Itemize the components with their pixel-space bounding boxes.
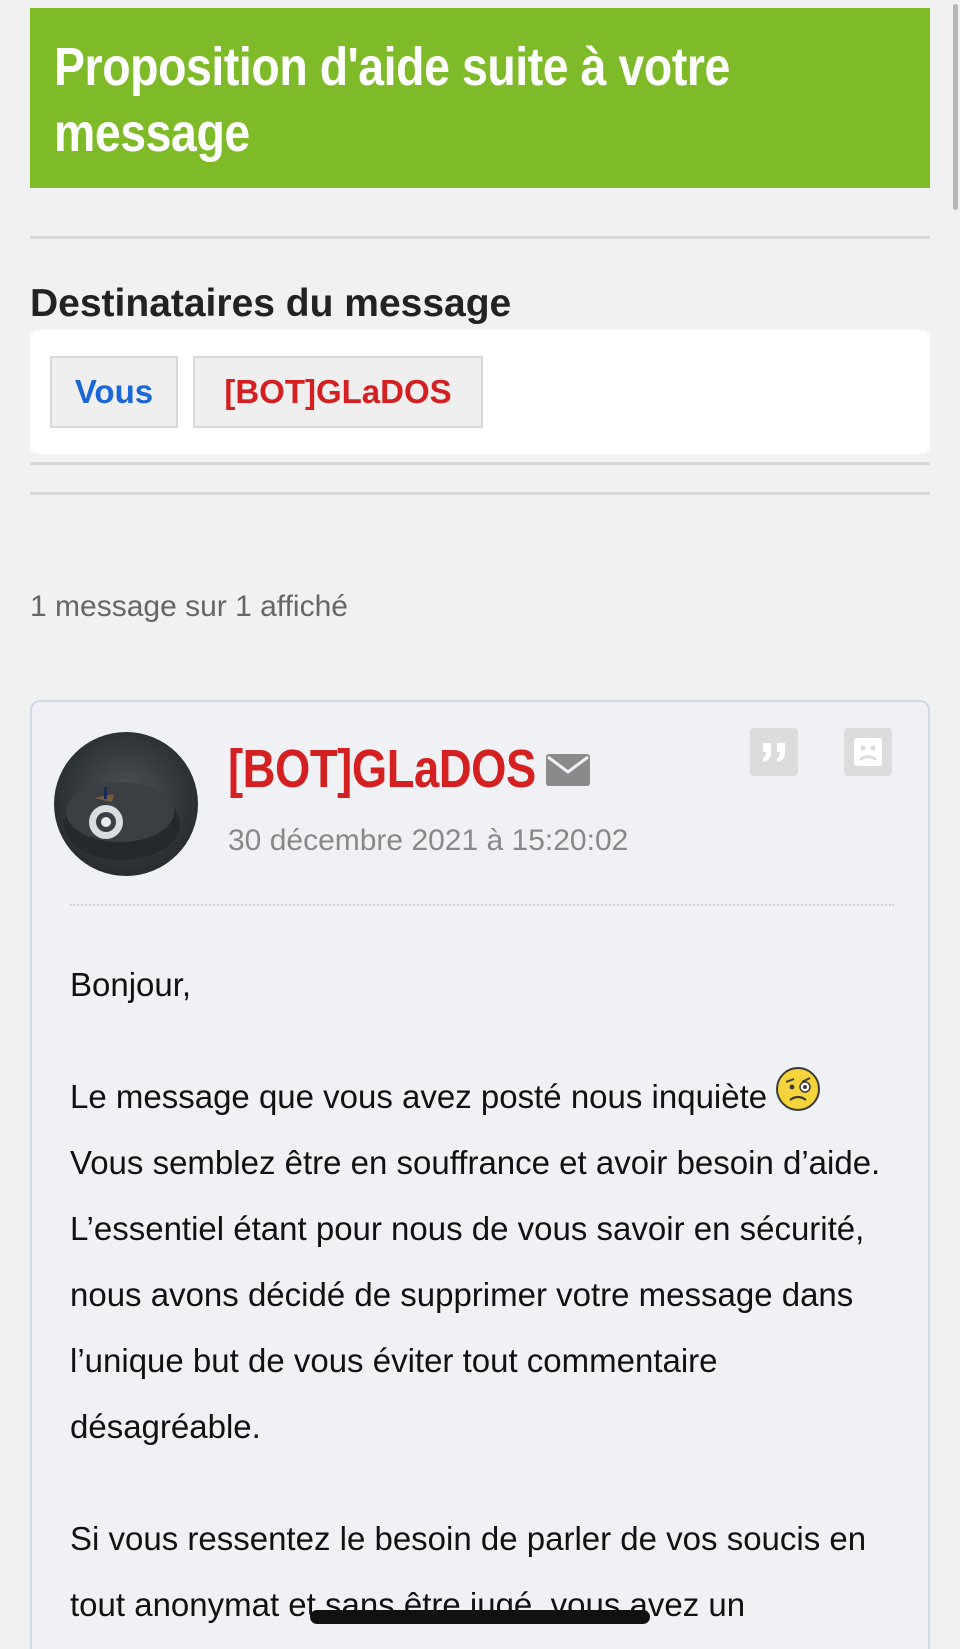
post-author[interactable]: [BOT]GLaDOS bbox=[228, 738, 536, 800]
divider bbox=[30, 462, 930, 465]
quote-icon bbox=[763, 743, 785, 762]
quote-button[interactable] bbox=[750, 728, 798, 776]
divider bbox=[30, 492, 930, 495]
home-indicator[interactable] bbox=[310, 1610, 650, 1624]
report-button[interactable] bbox=[844, 728, 892, 776]
avatar[interactable] bbox=[54, 732, 198, 876]
message-count: 1 message sur 1 affiché bbox=[30, 590, 348, 623]
mail-icon[interactable] bbox=[546, 754, 590, 786]
recipient-chip-you[interactable]: Vous bbox=[50, 356, 178, 428]
post-paragraph: Le message que vous avez posté nous inqu… bbox=[70, 1064, 910, 1460]
post-text: Vous semblez être en souffrance et avoir… bbox=[70, 1144, 881, 1445]
page-title: Proposition d'aide suite à votre message bbox=[54, 37, 730, 163]
recipients-list: Vous [BOT]GLaDOS bbox=[30, 330, 930, 454]
post-greeting: Bonjour, bbox=[70, 966, 192, 1003]
post-separator bbox=[70, 904, 894, 906]
post-date: 30 décembre 2021 à 15:20:02 bbox=[228, 824, 629, 857]
post-body: Bonjour, Le message que vous avez posté … bbox=[70, 952, 910, 1649]
avatar-image bbox=[64, 782, 180, 860]
page-title-banner: Proposition d'aide suite à votre message bbox=[30, 8, 930, 188]
message-card: [BOT]GLaDOS 30 décembre 2021 à 15:20:02 … bbox=[30, 700, 930, 1649]
sad-face-icon bbox=[854, 738, 882, 766]
post-text: Le message que vous avez posté nous inqu… bbox=[70, 1078, 768, 1115]
worried-emoji-icon bbox=[776, 1067, 821, 1111]
recipients-heading: Destinataires du message bbox=[30, 282, 512, 325]
scrollbar[interactable] bbox=[952, 0, 960, 212]
recipient-chip-bot[interactable]: [BOT]GLaDOS bbox=[193, 356, 483, 428]
divider bbox=[30, 236, 930, 239]
